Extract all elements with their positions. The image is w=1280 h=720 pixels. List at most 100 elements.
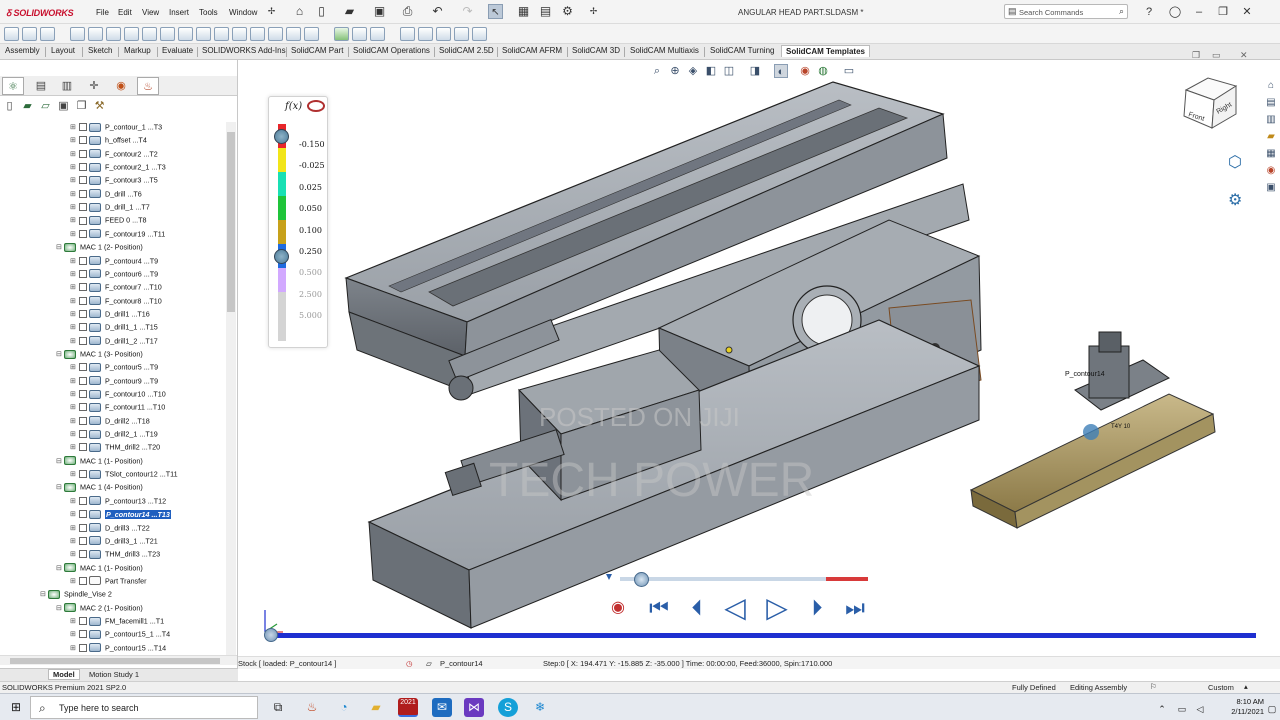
tree-horizontal-scrollbar[interactable] (0, 655, 237, 665)
tree-checkbox[interactable] (79, 376, 87, 385)
ribbon-button-5[interactable] (88, 27, 103, 41)
solidcam-operations-tab-icon[interactable]: ♨ (137, 77, 159, 95)
ribbon-button-9[interactable] (160, 27, 175, 41)
pin-icon[interactable]: ✢ (264, 4, 279, 19)
ribbon-button-20[interactable] (370, 27, 385, 41)
ribbon-button-18[interactable] (334, 27, 349, 41)
expand-toggle-icon[interactable]: ⊞ (70, 121, 78, 134)
tree-checkbox[interactable] (79, 256, 87, 265)
edit-appearance-icon[interactable]: ◉ (798, 64, 812, 78)
expand-toggle-icon[interactable]: ⊞ (70, 495, 78, 508)
expand-toggle-icon[interactable]: ⊞ (70, 361, 78, 374)
ribbon-button-13[interactable] (232, 27, 247, 41)
ribbon-button-21[interactable] (400, 27, 415, 41)
tree-checkbox[interactable] (79, 550, 87, 559)
ribbon-button-14[interactable] (250, 27, 265, 41)
units-dropdown-icon[interactable]: ▴ (1244, 682, 1248, 691)
close-icon[interactable]: ✕ (1240, 5, 1254, 19)
expand-toggle-icon[interactable]: ⊞ (70, 335, 78, 348)
ribbon-button-11[interactable] (196, 27, 211, 41)
tree-operation-node[interactable]: ⊞ F_contour2_1 ...T3 (70, 160, 166, 173)
display-style-icon[interactable]: ◐ (774, 64, 788, 78)
simulation-progress-track[interactable] (620, 577, 868, 581)
tree-operation-node[interactable]: ⊞ D_drill3 ...T22 (70, 521, 150, 534)
expand-toggle-icon[interactable]: ⊞ (70, 375, 78, 388)
view-settings-gear-icon[interactable]: ⚙ (1228, 190, 1242, 210)
tree-checkbox[interactable] (79, 203, 87, 212)
tree-setup-node[interactable]: ⊟ MAC 1 (1- Position) (56, 454, 143, 467)
open-icon[interactable]: ▰ (21, 100, 34, 113)
ribbon-button-3[interactable] (40, 27, 55, 41)
expand-toggle-icon[interactable]: ⊞ (70, 628, 78, 641)
tree-operation-node[interactable]: ⊞ D_drill_1 ...T7 (70, 200, 150, 213)
orientation-cube-icon[interactable]: ⬡ (1228, 152, 1242, 172)
tree-checkbox[interactable] (79, 643, 87, 652)
tree-operation-node[interactable]: ⊞ D_drill ...T6 (70, 187, 142, 200)
tab-solidcam-turning[interactable]: SolidCAM Turning (710, 46, 774, 55)
task-pane-custom-icon[interactable]: ▣ (1264, 182, 1278, 194)
tree-setup-node[interactable]: ⊟ MAC 1 (3- Position) (56, 347, 143, 360)
tree-checkbox[interactable] (79, 296, 87, 305)
tree-checkbox[interactable] (79, 163, 87, 172)
expand-toggle-icon[interactable]: ⊞ (70, 214, 78, 227)
tab-solidcam-multiaxis[interactable]: SolidCAM Multiaxis (630, 46, 699, 55)
minimize-icon[interactable]: – (1192, 5, 1206, 19)
tree-operation-node[interactable]: ⊞ THM_drill3 ...T23 (70, 547, 160, 560)
zoom-to-area-icon[interactable]: ⊕ (668, 64, 682, 78)
tree-checkbox[interactable] (79, 630, 87, 639)
tab-solidworks-addins[interactable]: SOLIDWORKS Add-Ins (202, 46, 286, 55)
tree-operation-node[interactable]: ⊞ P_contour14 ...T13 (70, 507, 171, 520)
solidcam-manager-tab-icon[interactable]: ⚛ (2, 77, 24, 95)
tree-checkbox[interactable] (79, 136, 87, 145)
ribbon-button-19[interactable] (352, 27, 367, 41)
appearance-tab-icon[interactable]: ◉ (110, 77, 132, 95)
save-template-icon[interactable]: ▣ (57, 100, 70, 113)
rebuild-icon[interactable]: ▦ (516, 4, 531, 19)
save-icon[interactable]: ▣ (372, 4, 387, 19)
view-cube[interactable]: Front Right (1178, 72, 1242, 134)
expand-toggle-icon[interactable]: ⊞ (70, 615, 78, 628)
tree-operation-node[interactable]: ⊞ F_contour2 ...T2 (70, 147, 158, 160)
tree-checkbox[interactable] (79, 510, 87, 519)
help-icon[interactable]: ? (1142, 5, 1156, 19)
task-pane-library-icon[interactable]: ▥ (1264, 114, 1278, 126)
visual-studio-icon[interactable]: ⋈ (464, 698, 484, 717)
tree-operation-node[interactable]: ⊞ P_contour_1 ...T3 (70, 120, 162, 133)
ribbon-button-6[interactable] (106, 27, 121, 41)
tree-checkbox[interactable] (79, 149, 87, 158)
expand-toggle-icon[interactable]: ⊟ (56, 348, 64, 361)
tree-setup-node[interactable]: ⊟ MAC 2 (1- Position) (56, 601, 143, 614)
expand-toggle-icon[interactable]: ⊞ (70, 201, 78, 214)
configuration-tab-icon[interactable]: ✛ (83, 77, 105, 95)
tool-icon[interactable]: ⚒ (93, 100, 106, 113)
ribbon-button-24[interactable] (454, 27, 469, 41)
expand-toggle-icon[interactable]: ⊞ (70, 388, 78, 401)
expand-toggle-icon[interactable]: ⊞ (70, 255, 78, 268)
view-settings-icon[interactable]: ▭ (842, 64, 856, 78)
tree-vertical-scrollbar[interactable] (226, 122, 236, 656)
menu-insert[interactable]: Insert (169, 8, 189, 17)
new-icon[interactable]: ▯ (3, 100, 16, 113)
tree-checkbox[interactable] (79, 403, 87, 412)
expand-toggle-icon[interactable]: ⊞ (70, 161, 78, 174)
expand-toggle-icon[interactable]: ⊟ (56, 562, 64, 575)
title-pin-icon[interactable]: ✢ (586, 4, 601, 19)
visibility-eye-icon[interactable] (307, 100, 325, 112)
section-view-icon[interactable]: ◧ (704, 64, 718, 78)
redo-icon[interactable]: ↷ (460, 4, 475, 19)
ribbon-button-8[interactable] (142, 27, 157, 41)
tray-chevron-icon[interactable]: ⌃ (1152, 700, 1172, 719)
viewport-restore-icon[interactable]: ❐ (1192, 50, 1200, 61)
tree-hscroll-thumb[interactable] (10, 658, 220, 664)
simulation-timeline-bar[interactable] (268, 633, 1256, 638)
undo-icon[interactable]: ↶ (430, 4, 445, 19)
viewport-close-icon[interactable]: ✕ (1240, 50, 1248, 61)
ribbon-button-4[interactable] (70, 27, 85, 41)
home-icon[interactable]: ⌂ (292, 4, 307, 19)
ribbon-button-23[interactable] (436, 27, 451, 41)
step-back-button[interactable]: ⏴ (686, 596, 708, 620)
taskbar-clock[interactable]: 8:10 AM 2/11/2021 (1231, 697, 1264, 717)
expand-toggle-icon[interactable]: ⊞ (70, 428, 78, 441)
expand-toggle-icon[interactable]: ⊞ (70, 148, 78, 161)
rewind-button[interactable]: ⏮ (646, 596, 672, 620)
